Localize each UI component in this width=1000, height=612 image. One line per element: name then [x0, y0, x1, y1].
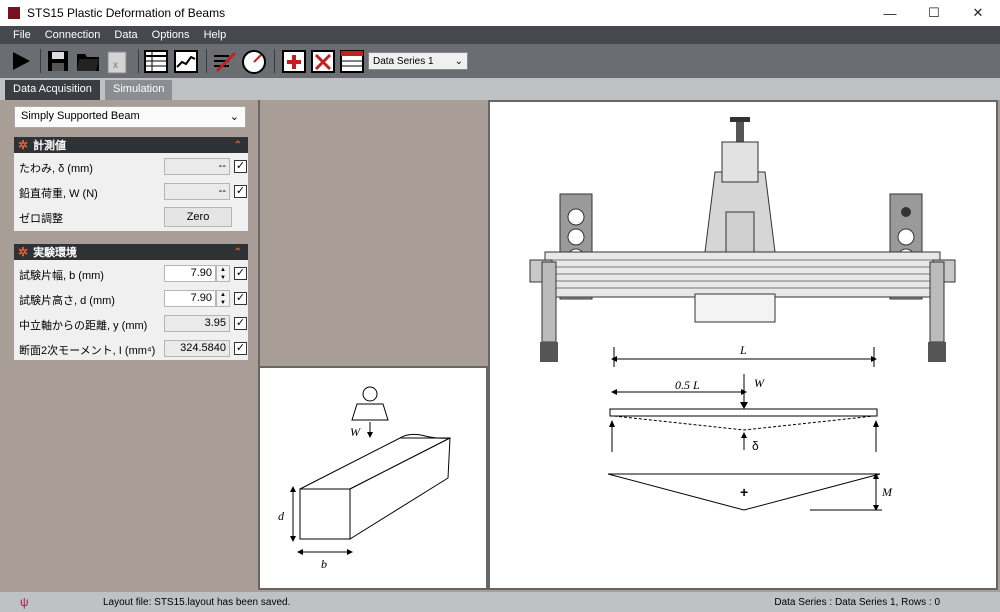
open-folder-icon[interactable] — [75, 47, 101, 75]
status-message: Layout file: STS15.layout has been saved… — [103, 597, 291, 608]
zero-label: ゼロ調整 — [19, 213, 63, 225]
beam-load-diagram: L 0.5 L W δ — [609, 343, 879, 453]
gauge-icon[interactable] — [241, 47, 267, 75]
svg-text:x: x — [113, 60, 118, 71]
gear-icon: ✲ — [18, 245, 29, 259]
specimen-diagram-panel: W d b — [258, 366, 488, 590]
maximize-button[interactable]: ☐ — [912, 0, 956, 26]
env-section-body: 試験片幅, b (mm) 7.90 ▲ ▼ ✓ 試験片高さ, d (mm) 7.9… — [14, 260, 248, 360]
deflection-label: たわみ, δ (mm) — [19, 163, 93, 175]
chevron-down-icon: ⌄ — [229, 111, 239, 123]
excel-export-icon[interactable]: x — [104, 47, 130, 75]
apparatus-diagram-panel: L 0.5 L W δ + M — [488, 100, 998, 590]
deflection-row: たわみ, δ (mm) -- ✓ — [14, 156, 248, 178]
deflection-label: δ — [752, 439, 759, 453]
play-icon[interactable] — [8, 47, 34, 75]
neutral-label: 中立軸からの距離, y (mm) — [19, 320, 148, 332]
load-value: -- — [164, 183, 230, 200]
deflection-value: -- — [164, 158, 230, 175]
collapse-icon[interactable]: ⌃ — [234, 140, 242, 151]
height-input[interactable]: 7.90 — [164, 290, 216, 307]
menu-file[interactable]: File — [13, 29, 31, 41]
moment-m-label: M — [881, 485, 893, 499]
save-icon[interactable] — [45, 47, 71, 75]
menu-data[interactable]: Data — [114, 29, 137, 41]
neutral-row: 中立軸からの距離, y (mm) 3.95 ✓ — [14, 313, 248, 335]
specimen-diagram: W d b — [278, 386, 451, 571]
chevron-down-icon: ⌄ — [454, 55, 463, 67]
beam-type-select[interactable]: Simply Supported Beam ⌄ — [14, 106, 246, 128]
half-span-label: 0.5 L — [675, 378, 700, 392]
apparatus-diagram: L 0.5 L W δ + M — [529, 117, 956, 511]
toolbar: x — [0, 44, 1000, 78]
gear-icon: ✲ — [18, 138, 29, 152]
middle-empty-panel — [258, 100, 488, 366]
load-w-label: W — [754, 376, 765, 390]
tab-data-acquisition[interactable]: Data Acquisition — [5, 80, 100, 100]
load-checkbox[interactable]: ✓ — [234, 185, 247, 198]
measure-section-title: 計測値 — [33, 140, 67, 152]
deflection-checkbox[interactable]: ✓ — [234, 160, 247, 173]
height-row: 試験片高さ, d (mm) 7.90 ▲ ▼ ✓ — [14, 288, 248, 310]
series-select-value: Data Series 1 — [373, 55, 434, 67]
status-bar: ψ Layout file: STS15.layout has been sav… — [0, 592, 1000, 612]
usb-icon: ψ — [20, 595, 29, 609]
app-icon — [8, 7, 20, 19]
moment-row: 断面2次モーメント, I (mm⁴) 324.5840 ✓ — [14, 338, 248, 360]
width-row: 試験片幅, b (mm) 7.90 ▲ ▼ ✓ — [14, 263, 248, 285]
menu-help[interactable]: Help — [204, 29, 227, 41]
env-section-header[interactable]: ✲ 実験環境 ⌃ — [14, 244, 248, 260]
moment-value: 324.5840 — [164, 340, 230, 357]
dim-b-label: b — [321, 557, 327, 571]
zero-row: ゼロ調整 Zero — [14, 206, 248, 228]
window-title: STS15 Plastic Deformation of Beams — [27, 6, 226, 20]
edit-chart-icon[interactable] — [211, 47, 237, 75]
load-row: 鉛直荷重, W (N) -- ✓ — [14, 181, 248, 203]
moment-checkbox[interactable]: ✓ — [234, 342, 247, 355]
load-w-label: W — [350, 425, 361, 439]
minimize-button[interactable]: — — [868, 0, 912, 26]
test-machine-illustration — [529, 117, 956, 362]
title-bar: STS15 Plastic Deformation of Beams — ☐ ✕ — [0, 0, 1000, 26]
series-select[interactable]: Data Series 1 ⌄ — [368, 52, 468, 70]
left-panel: Simply Supported Beam ⌄ ✲ 計測値 ⌃ たわみ, δ (… — [10, 105, 248, 360]
menu-bar: File Connection Data Options Help — [0, 26, 1000, 44]
width-checkbox[interactable]: ✓ — [234, 267, 247, 280]
positive-sign-label: + — [740, 484, 748, 500]
measure-section-body: たわみ, δ (mm) -- ✓ 鉛直荷重, W (N) -- ✓ ゼロ調整 Z… — [14, 153, 248, 231]
span-l-label: L — [739, 343, 747, 357]
env-section-title: 実験環境 — [33, 247, 78, 259]
close-button[interactable]: ✕ — [956, 0, 1000, 26]
menu-connection[interactable]: Connection — [45, 29, 101, 41]
menu-options[interactable]: Options — [152, 29, 190, 41]
moment-diagram: + M — [607, 473, 893, 511]
load-label: 鉛直荷重, W (N) — [19, 188, 98, 200]
height-label: 試験片高さ, d (mm) — [19, 295, 115, 307]
add-series-icon[interactable] — [281, 47, 307, 75]
zero-button[interactable]: Zero — [164, 207, 232, 227]
collapse-icon[interactable]: ⌃ — [234, 247, 242, 258]
measure-section-header[interactable]: ✲ 計測値 ⌃ — [14, 137, 248, 153]
series-table-icon[interactable] — [339, 47, 365, 75]
graph-view-icon[interactable] — [173, 47, 199, 75]
height-spinner[interactable]: ▲ ▼ — [216, 290, 230, 307]
dim-d-label: d — [278, 509, 285, 523]
moment-label: 断面2次モーメント, I (mm⁴) — [19, 345, 156, 357]
tab-simulation[interactable]: Simulation — [105, 80, 173, 100]
table-view-icon[interactable] — [143, 47, 169, 75]
beam-type-value: Simply Supported Beam — [21, 110, 140, 122]
width-input[interactable]: 7.90 — [164, 265, 216, 282]
neutral-value: 3.95 — [164, 315, 230, 332]
tab-bar: Data Acquisition Simulation — [0, 78, 1000, 100]
width-label: 試験片幅, b (mm) — [19, 270, 104, 282]
width-spinner[interactable]: ▲ ▼ — [216, 265, 230, 282]
neutral-checkbox[interactable]: ✓ — [234, 317, 247, 330]
series-info: Data Series : Data Series 1, Rows : 0 — [774, 597, 940, 608]
height-checkbox[interactable]: ✓ — [234, 292, 247, 305]
delete-series-icon[interactable] — [310, 47, 336, 75]
